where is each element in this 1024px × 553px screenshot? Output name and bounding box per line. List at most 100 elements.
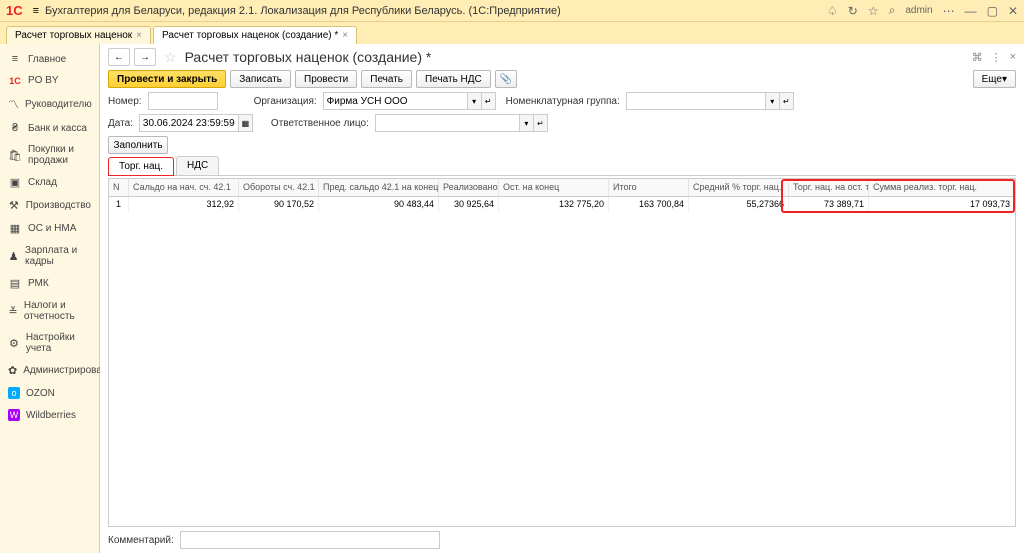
resp-dropdown-icon[interactable]: ▾ — [520, 114, 534, 132]
settings-icon[interactable]: ⋯ — [943, 4, 955, 18]
col-avg-pct[interactable]: Средний % торг. нац. — [689, 179, 789, 196]
chart-icon: 〽 — [8, 96, 19, 112]
nomgroup-field[interactable] — [626, 92, 766, 110]
forward-button[interactable]: → — [134, 48, 156, 66]
post-button[interactable]: Провести — [295, 70, 357, 88]
subtab-margin[interactable]: Торг. нац. — [108, 157, 174, 176]
subtab-vat[interactable]: НДС — [176, 156, 219, 175]
resp-field[interactable] — [375, 114, 520, 132]
report-icon: ≚ — [8, 305, 18, 318]
post-close-button[interactable]: Провести и закрыть — [108, 70, 226, 88]
col-itogo[interactable]: Итого — [609, 179, 689, 196]
attach-button[interactable]: 📎 — [495, 70, 517, 88]
resp-label: Ответственное лицо: — [271, 118, 369, 129]
print-vat-button[interactable]: Печать НДС — [416, 70, 491, 88]
col-n[interactable]: N — [109, 179, 129, 196]
search-icon[interactable]: ⌕ — [889, 3, 896, 18]
cell-n: 1 — [109, 197, 129, 213]
col-ost-end[interactable]: Ост. на конец — [499, 179, 609, 196]
sidebar-item-main[interactable]: ≡Главное — [0, 48, 99, 70]
back-button[interactable]: ← — [108, 48, 130, 66]
table-row[interactable]: 1 312,92 90 170,52 90 483,44 30 925,64 1… — [109, 197, 1015, 213]
factory-icon: ⚒ — [8, 199, 20, 212]
minimize-icon[interactable]: — — [965, 4, 977, 18]
window-title: Бухгалтерия для Беларуси, редакция 2.1. … — [45, 5, 827, 17]
col-sum-real[interactable]: Сумма реализ. торг. нац. — [869, 179, 1015, 196]
col-saldo-start[interactable]: Сальдо на нач. сч. 42.1 — [129, 179, 239, 196]
sidebar-item-settings[interactable]: ⚙Настройки учета — [0, 327, 99, 359]
org-dropdown-icon[interactable]: ▾ — [468, 92, 482, 110]
sidebar-item-poby[interactable]: 1СPO BY — [0, 70, 99, 91]
close-icon[interactable]: ✕ — [1008, 4, 1018, 18]
fill-button[interactable]: Заполнить — [108, 136, 168, 154]
nomgroup-open-icon[interactable]: ↵ — [780, 92, 794, 110]
number-label: Номер: — [108, 96, 142, 107]
truck-icon: ▦ — [8, 222, 22, 235]
wb-icon: W — [8, 409, 20, 421]
bell-icon[interactable]: ♤ — [827, 4, 838, 18]
grid-header: N Сальдо на нач. сч. 42.1 Обороты сч. 42… — [109, 179, 1015, 197]
cell-avg-pct: 55,27366 — [689, 197, 789, 213]
tab-close-icon[interactable]: × — [342, 30, 348, 41]
nomgroup-dropdown-icon[interactable]: ▾ — [766, 92, 780, 110]
sidebar-item-production[interactable]: ⚒Производство — [0, 194, 99, 217]
org-open-icon[interactable]: ↵ — [482, 92, 496, 110]
star-icon[interactable]: ☆ — [868, 4, 879, 18]
cell-itogo: 163 700,84 — [609, 197, 689, 213]
number-field[interactable] — [148, 92, 218, 110]
app-logo: 1C — [6, 3, 23, 18]
gear-icon: ⚙ — [8, 337, 20, 350]
sidebar-item-hr[interactable]: ♟Зарплата и кадры — [0, 240, 99, 272]
sidebar-item-manager[interactable]: 〽Руководителю — [0, 91, 99, 117]
box-icon: ▣ — [8, 176, 22, 189]
cell-realized: 30 925,64 — [439, 197, 499, 213]
tab-label: Расчет торговых наценок — [15, 30, 132, 41]
nomgroup-label: Номенклатурная группа: — [506, 96, 620, 107]
maximize-icon[interactable]: ▢ — [987, 4, 998, 18]
sidebar-item-rmk[interactable]: ▤РМК — [0, 272, 99, 295]
sidebar-item-sales[interactable]: 🛍Покупки и продажи — [0, 139, 99, 171]
sidebar-item-bank[interactable]: ₴Банк и касса — [0, 117, 99, 139]
org-field[interactable] — [323, 92, 468, 110]
sidebar-item-warehouse[interactable]: ▣Склад — [0, 171, 99, 194]
menu-dots-icon[interactable]: ⋮ — [991, 51, 1002, 64]
date-label: Дата: — [108, 118, 133, 129]
col-pred-saldo[interactable]: Пред. сальдо 42.1 на конец. — [319, 179, 439, 196]
comment-field[interactable] — [180, 531, 440, 549]
cell-saldo-start: 312,92 — [129, 197, 239, 213]
date-field[interactable] — [139, 114, 239, 132]
tab-close-icon[interactable]: × — [136, 30, 142, 41]
more-button[interactable]: Еще ▾ — [973, 70, 1016, 88]
sidebar-item-wb[interactable]: WWildberries — [0, 404, 99, 426]
history-icon[interactable]: ↻ — [848, 4, 858, 18]
col-nac-ost[interactable]: Торг. нац. на ост. тов. — [789, 179, 869, 196]
sidebar-item-tax[interactable]: ≚Налоги и отчетность — [0, 295, 99, 327]
page-close-icon[interactable]: × — [1010, 51, 1016, 64]
tab-create[interactable]: Расчет торговых наценок (создание) * × — [153, 26, 357, 44]
cell-sum-real: 17 093,73 — [869, 197, 1015, 213]
cell-oborot: 90 170,52 — [239, 197, 319, 213]
date-picker-icon[interactable]: ▦ — [239, 114, 253, 132]
col-oborot[interactable]: Обороты сч. 42.1 — [239, 179, 319, 196]
menu-icon[interactable]: ≡ — [33, 5, 39, 17]
user-label[interactable]: admin — [905, 5, 932, 16]
org-label: Организация: — [254, 96, 317, 107]
sidebar-item-ozon[interactable]: oOZON — [0, 382, 99, 404]
sidebar-item-assets[interactable]: ▦ОС и НМА — [0, 217, 99, 240]
tab-list[interactable]: Расчет торговых наценок × — [6, 26, 151, 44]
write-button[interactable]: Записать — [230, 70, 291, 88]
print-button[interactable]: Печать — [361, 70, 412, 88]
bank-icon: ₴ — [8, 122, 22, 134]
favorite-icon[interactable]: ☆ — [164, 49, 177, 66]
col-realized[interactable]: Реализовано — [439, 179, 499, 196]
people-icon: ♟ — [8, 250, 19, 263]
pos-icon: ▤ — [8, 277, 22, 290]
cell-ost-end: 132 775,20 — [499, 197, 609, 213]
comment-label: Комментарий: — [108, 535, 174, 546]
resp-open-icon[interactable]: ↵ — [534, 114, 548, 132]
tab-label: Расчет торговых наценок (создание) * — [162, 30, 338, 41]
cell-pred-saldo: 90 483,44 — [319, 197, 439, 213]
sidebar-item-admin[interactable]: ✿Администрирование — [0, 359, 99, 382]
link-icon[interactable]: ⌘ — [972, 51, 983, 64]
data-grid: N Сальдо на нач. сч. 42.1 Обороты сч. 42… — [108, 178, 1016, 527]
